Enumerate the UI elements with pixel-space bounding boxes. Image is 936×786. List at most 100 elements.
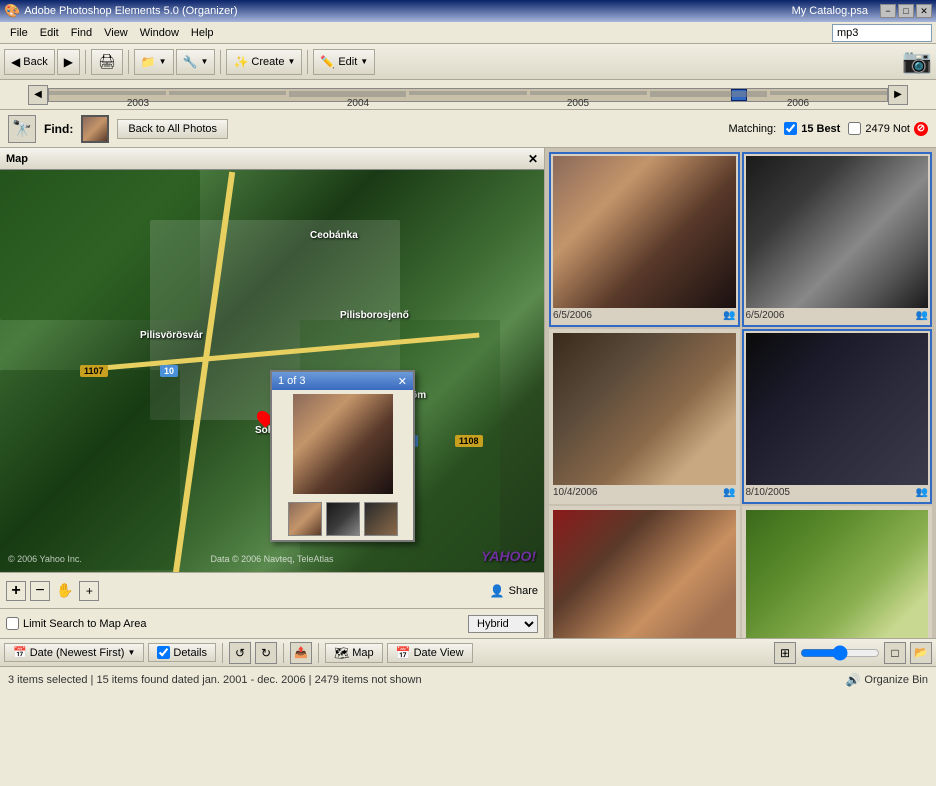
- back-to-all-photos-button[interactable]: Back to All Photos: [117, 119, 228, 139]
- limit-search-checkbox[interactable]: Limit Search to Map Area: [6, 617, 147, 630]
- no-icon: ⊘: [914, 122, 928, 136]
- title-bar: 🎨 Adobe Photoshop Elements 5.0 (Organize…: [0, 0, 936, 22]
- map-button[interactable]: 🗺 Map: [325, 643, 383, 663]
- catalog-name: My Catalog.psa: [792, 5, 868, 17]
- photo-date-2: 6/5/2006: [746, 310, 785, 321]
- people-icon-1: 👥: [723, 310, 735, 321]
- zoom-out-button[interactable]: −: [30, 581, 50, 601]
- create-arrow: ▼: [287, 57, 295, 66]
- organize-arrow: ▼: [159, 57, 167, 66]
- photos-panel[interactable]: 6/5/2006 👥 6/5/2006 👥: [545, 148, 936, 638]
- back-button[interactable]: ◀ Back: [4, 49, 55, 75]
- app-icon: 🎨: [4, 3, 20, 19]
- edit-icon: ✏️: [320, 55, 335, 69]
- toolbar-sep-1: [85, 50, 86, 74]
- toolbar: ◀ Back ▶ 🖨 📁 ▼ 🔧 ▼ ✨ Create ▼ ✏️ Edit ▼ …: [0, 44, 936, 80]
- hybrid-select[interactable]: Hybrid Map Satellite: [468, 615, 538, 633]
- pan-button[interactable]: ✋: [54, 580, 75, 601]
- popup-thumb-2[interactable]: [326, 502, 360, 536]
- organize-icon: 📁: [141, 55, 156, 69]
- share-label: Share: [509, 585, 538, 597]
- minimize-button[interactable]: −: [880, 4, 896, 18]
- photo-item-5[interactable]: 8/10/2005 👥: [549, 506, 740, 638]
- share-area[interactable]: 👤 Share: [490, 584, 538, 598]
- toolbar-sep-4: [307, 50, 308, 74]
- edit-button[interactable]: ✏️ Edit ▼: [313, 49, 375, 75]
- map-bottom: Limit Search to Map Area Hybrid Map Sate…: [0, 608, 544, 638]
- limit-search-label: Limit Search to Map Area: [23, 618, 147, 630]
- map-btn-label: Map: [352, 647, 373, 659]
- instant-share-button[interactable]: 📤: [290, 642, 312, 664]
- photo-thumb-1: [553, 156, 736, 308]
- redo-button[interactable]: ↻: [255, 642, 277, 664]
- menu-help[interactable]: Help: [185, 25, 220, 41]
- fix-button[interactable]: 🔧 ▼: [176, 49, 216, 75]
- sort-label: Date (Newest First): [30, 647, 125, 659]
- not-checkbox[interactable]: [848, 122, 861, 135]
- menu-find[interactable]: Find: [65, 25, 98, 41]
- details-checkbox[interactable]: Details: [148, 643, 216, 662]
- best-match-checkbox[interactable]: 15 Best: [784, 122, 840, 135]
- popup-thumbnails: [272, 498, 413, 540]
- undo-button[interactable]: ↺: [229, 642, 251, 664]
- find-thumbnail: [81, 115, 109, 143]
- back-label: Back: [23, 56, 47, 68]
- zoom-slider[interactable]: [800, 645, 880, 661]
- forward-button[interactable]: ▶: [57, 49, 80, 75]
- sort-icon: 📅: [13, 646, 27, 659]
- photo-item-4[interactable]: 8/10/2005 👥: [742, 329, 933, 504]
- add-pin-button[interactable]: +: [79, 581, 99, 601]
- popup-thumb-1[interactable]: [288, 502, 322, 536]
- map-label-pilisvorosvar: Pilisvörösvár: [140, 330, 203, 341]
- close-button[interactable]: ✕: [916, 4, 932, 18]
- popup-main-photo[interactable]: [293, 394, 393, 494]
- date-view-icon: 📅: [396, 646, 411, 660]
- details-checkbox-input[interactable]: [157, 646, 170, 659]
- map-image[interactable]: Ceobánka Pilisvörösvár Pilisborosjenő Ür…: [0, 170, 544, 572]
- photo-item-3[interactable]: 10/4/2006 👥: [549, 329, 740, 504]
- date-view-label: Date View: [414, 647, 464, 659]
- menu-edit[interactable]: Edit: [34, 25, 65, 41]
- organize-button[interactable]: 📁 ▼: [134, 49, 174, 75]
- date-view-button[interactable]: 📅 Date View: [387, 643, 473, 663]
- status-text: 3 items selected | 15 items found dated …: [8, 674, 422, 686]
- print-button[interactable]: 🖨: [91, 49, 123, 75]
- organize-bin-label[interactable]: Organize Bin: [864, 674, 928, 686]
- sort-dropdown[interactable]: 📅 Date (Newest First) ▼: [4, 643, 144, 662]
- menu-file[interactable]: File: [4, 25, 34, 41]
- zoom-in-button[interactable]: +: [6, 581, 26, 601]
- map-label-ceobanka: Ceobánka: [310, 230, 358, 241]
- popup-title: 1 of 3: [278, 375, 306, 387]
- bottom-sep-3: [318, 643, 319, 663]
- popup-close-button[interactable]: ✕: [398, 375, 407, 388]
- photo-thumb-4: [746, 333, 929, 485]
- limit-checkbox-input[interactable]: [6, 617, 19, 630]
- map-popup: 1 of 3 ✕: [270, 370, 415, 542]
- map-title: Map: [6, 153, 28, 165]
- main-content: Map ✕ Ceobánka Pilisvörösvár Pilisborosj…: [0, 148, 936, 638]
- popup-header: 1 of 3 ✕: [272, 372, 413, 390]
- search-input[interactable]: [832, 24, 932, 42]
- organize-bin-button[interactable]: 📂: [910, 642, 932, 664]
- photo-item-6[interactable]: 25/9/2005 👥: [742, 506, 933, 638]
- best-checkbox[interactable]: [784, 122, 797, 135]
- back-arrow-icon: ◀: [11, 55, 20, 69]
- edit-arrow: ▼: [360, 57, 368, 66]
- yahoo-logo: YAHOO!: [481, 548, 536, 564]
- grid-view-button[interactable]: ⊞: [774, 642, 796, 664]
- maximize-button[interactable]: □: [898, 4, 914, 18]
- find-bar: 🔭 Find: Back to All Photos Matching: 15 …: [0, 110, 936, 148]
- not-count: 2479 Not: [865, 123, 910, 135]
- menu-view[interactable]: View: [98, 25, 134, 41]
- create-button[interactable]: ✨ Create ▼: [226, 49, 302, 75]
- year-2003: 2003: [127, 98, 149, 109]
- not-match-item[interactable]: 2479 Not ⊘: [848, 122, 928, 136]
- photo-item-1[interactable]: 6/5/2006 👥: [549, 152, 740, 327]
- menu-window[interactable]: Window: [134, 25, 185, 41]
- popup-thumb-3[interactable]: [364, 502, 398, 536]
- map-close-button[interactable]: ✕: [528, 152, 538, 166]
- road-shield-10-left: 10: [160, 365, 178, 377]
- photo-item-2[interactable]: 6/5/2006 👥: [742, 152, 933, 327]
- menu-bar: File Edit Find View Window Help: [0, 22, 936, 44]
- single-view-button[interactable]: □: [884, 642, 906, 664]
